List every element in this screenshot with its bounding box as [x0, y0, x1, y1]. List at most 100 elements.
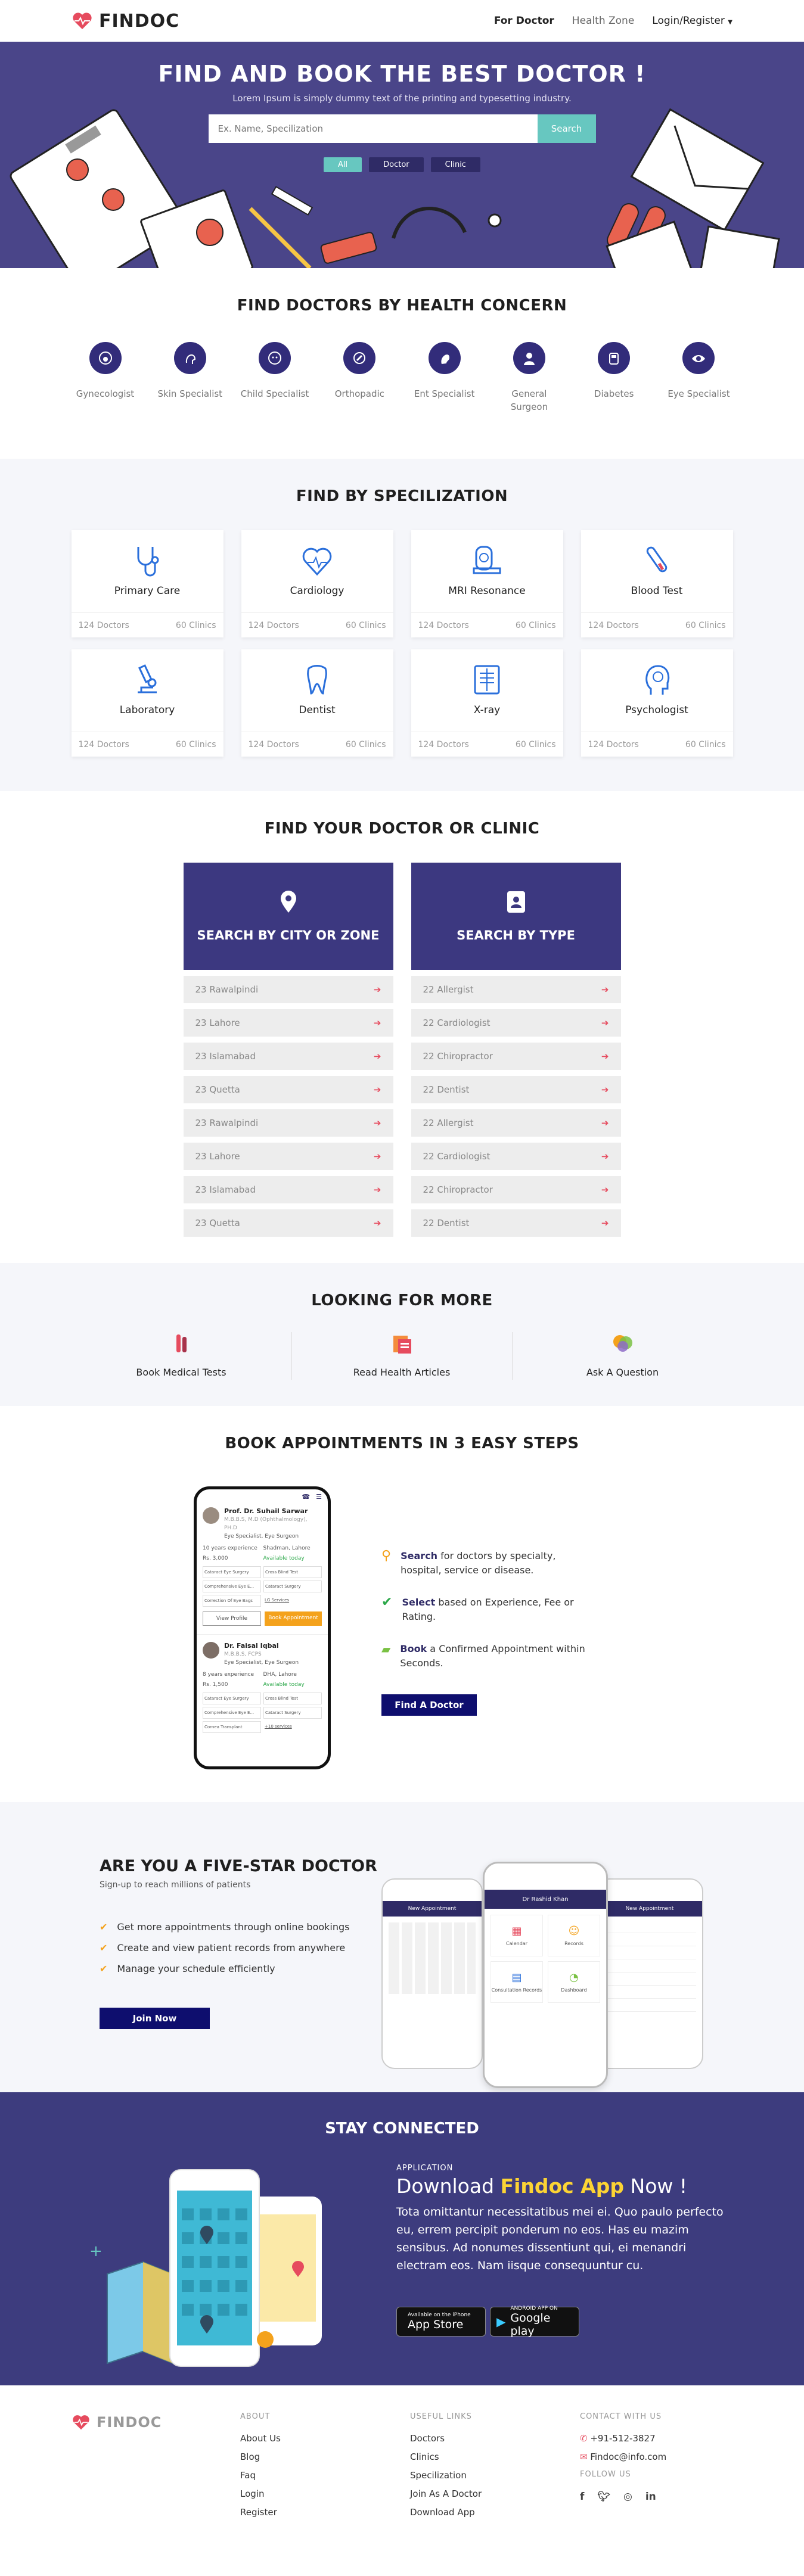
- tile-dashboard[interactable]: ◔ Dashboard: [548, 1961, 600, 2003]
- search-button[interactable]: Search: [537, 114, 596, 143]
- app-label: APPLICATION: [396, 2164, 454, 2173]
- nav-for-doctor[interactable]: For Doctor: [494, 15, 554, 27]
- city-item[interactable]: 23 Rawalpindi ➔: [183, 1109, 393, 1137]
- phone-left: New Appointment: [381, 1878, 483, 2069]
- city-item[interactable]: 23 Lahore ➔: [183, 1009, 393, 1037]
- step-rest: a Confirmed Appointment within Seconds.: [400, 1643, 585, 1669]
- arrow-right-icon: ➔: [601, 1118, 609, 1128]
- arrow-right-icon: ➔: [601, 1151, 609, 1162]
- concern-diabetes[interactable]: Diabetes: [577, 342, 651, 413]
- type-item[interactable]: 22 Chiropractor ➔: [411, 1043, 621, 1070]
- step-search: ⚲ Search for doctors by specialty, hospit…: [381, 1549, 596, 1578]
- concern-skin[interactable]: Skin Specialist: [153, 342, 227, 413]
- spec-card-xray[interactable]: X-ray 124 Doctors 60 Clinics: [411, 649, 563, 757]
- concern-surgeon[interactable]: General Surgeon: [492, 342, 566, 413]
- footer-link[interactable]: Register: [240, 2507, 281, 2518]
- footer-link[interactable]: Clinics: [410, 2451, 482, 2462]
- footer-link[interactable]: About Us: [240, 2433, 281, 2444]
- more-ask-question[interactable]: Ask A Question: [513, 1332, 733, 1380]
- city-label: 23 Quetta: [195, 1084, 240, 1095]
- footer-email[interactable]: ✉ Findoc@info.com: [580, 2451, 666, 2462]
- footer-useful-links: USEFUL LINKS Doctors Clinics Specilizati…: [410, 2412, 482, 2525]
- twitter-icon[interactable]: 🐦︎: [597, 2491, 610, 2503]
- header: FINDOC For Doctor Health Zone Login/Regi…: [0, 0, 804, 42]
- type-item[interactable]: 22 Cardiologist ➔: [411, 1143, 621, 1170]
- footer-link[interactable]: Faq: [240, 2470, 281, 2481]
- spec-card-mri[interactable]: MRI Resonance 124 Doctors 60 Clinics: [411, 530, 563, 637]
- spec-card-laboratory[interactable]: Laboratory 124 Doctors 60 Clinics: [71, 649, 223, 757]
- city-item[interactable]: 23 Islamabad ➔: [183, 1176, 393, 1203]
- concern-child[interactable]: Child Specialist: [238, 342, 312, 413]
- spec-card-primary-care[interactable]: Primary Care 124 Doctors 60 Clinics: [71, 530, 223, 637]
- footer-phone[interactable]: ✆ +91-512-3827: [580, 2433, 666, 2444]
- ear-icon: [428, 342, 461, 374]
- join-now-button[interactable]: Join Now: [100, 2008, 210, 2029]
- hero-title: FIND AND BOOK THE BEST DOCTOR !: [158, 61, 646, 87]
- instagram-icon[interactable]: ◎: [623, 2491, 632, 2503]
- city-header[interactable]: SEARCH BY CITY OR ZONE: [183, 863, 393, 970]
- spec-card-blood-test[interactable]: Blood Test 124 Doctors 60 Clinics: [581, 530, 733, 637]
- filter-all[interactable]: All: [324, 157, 362, 172]
- stay-connected-section: STAY CONNECTED + APPLICATION Download Fi…: [0, 2092, 804, 2385]
- footer-link[interactable]: Blog: [240, 2451, 281, 2462]
- tile-consultation[interactable]: ▤ Consultation Records: [491, 1961, 543, 2003]
- concern-ent[interactable]: Ent Specialist: [408, 342, 482, 413]
- google-play-badge[interactable]: ▶ ANDROID APP ON Google play: [490, 2306, 579, 2338]
- find-doctor-button[interactable]: Find A Doctor: [381, 1694, 477, 1716]
- five-star-section: ARE YOU A FIVE-STAR DOCTOR Sign-up to re…: [0, 1802, 804, 2092]
- filter-doctor[interactable]: Doctor: [369, 157, 424, 172]
- type-item[interactable]: 22 Dentist ➔: [411, 1076, 621, 1103]
- view-profile-button[interactable]: View Profile: [203, 1611, 261, 1626]
- type-header[interactable]: SEARCH BY TYPE: [411, 863, 621, 970]
- city-item[interactable]: 23 Islamabad ➔: [183, 1043, 393, 1070]
- spec-card-cardiology[interactable]: Cardiology 124 Doctors 60 Clinics: [241, 530, 393, 637]
- footer-link[interactable]: Doctors: [410, 2433, 482, 2444]
- city-item[interactable]: 23 Quetta ➔: [183, 1076, 393, 1103]
- mri-scanner-icon: [411, 530, 563, 578]
- city-item[interactable]: 23 Lahore ➔: [183, 1143, 393, 1170]
- more-medical-tests[interactable]: Book Medical Tests: [72, 1332, 292, 1380]
- type-item[interactable]: 22 Allergist ➔: [411, 1109, 621, 1137]
- concern-eye[interactable]: Eye Specialist: [662, 342, 735, 413]
- facebook-icon[interactable]: f: [580, 2491, 584, 2503]
- spec-card-dentist[interactable]: Dentist 124 Doctors 60 Clinics: [241, 649, 393, 757]
- city-item[interactable]: 23 Quetta ➔: [183, 1209, 393, 1237]
- footer-link[interactable]: Login: [240, 2488, 281, 2499]
- footer-link[interactable]: Specilization: [410, 2470, 482, 2481]
- filter-clinic[interactable]: Clinic: [430, 157, 480, 172]
- google-big: Google play: [510, 2311, 551, 2338]
- app-store-badge[interactable]: Available on the iPhone App Store: [396, 2307, 486, 2337]
- city-item[interactable]: 23 Rawalpindi ➔: [183, 976, 393, 1003]
- spec-card-psychologist[interactable]: Psychologist 124 Doctors 60 Clinics: [581, 649, 733, 757]
- footer-link[interactable]: Join As A Doctor: [410, 2488, 482, 2499]
- tile-calendar[interactable]: ▦ Calendar: [491, 1915, 543, 1956]
- tile-records[interactable]: ☺ Records: [548, 1915, 600, 1956]
- type-item[interactable]: 22 Chiropractor ➔: [411, 1176, 621, 1203]
- search-input[interactable]: [208, 114, 538, 143]
- nav-health-zone[interactable]: Health Zone: [572, 15, 635, 27]
- service-tag: Cataract Eye Surgery: [203, 1693, 261, 1704]
- type-item[interactable]: 22 Cardiologist ➔: [411, 1009, 621, 1037]
- book-appointment-button[interactable]: Book Appointment: [265, 1611, 322, 1626]
- avatar: [203, 1507, 219, 1524]
- nav-login-register[interactable]: Login/Register ▼: [652, 15, 732, 27]
- tooth-icon: [241, 649, 393, 697]
- more-label: Ask A Question: [586, 1367, 659, 1378]
- more-health-articles[interactable]: Read Health Articles: [292, 1332, 513, 1380]
- service-tag: Cataract Surgery: [263, 1707, 322, 1719]
- location-text: Shadman, Lahore: [263, 1545, 311, 1551]
- concern-gynecologist[interactable]: Gynecologist: [69, 342, 142, 413]
- location-text: DHA, Lahore: [263, 1672, 297, 1678]
- step-bold: Search: [401, 1550, 438, 1561]
- linkedin-icon[interactable]: in: [645, 2491, 656, 2503]
- concern-list: Gynecologist Skin Specialist Child Speci…: [69, 342, 736, 413]
- find-doctor-title: FIND YOUR DOCTOR OR CLINIC: [264, 820, 540, 838]
- type-item[interactable]: 22 Allergist ➔: [411, 976, 621, 1003]
- logo[interactable]: FINDOC: [72, 11, 179, 32]
- glucose-meter-icon: [598, 342, 631, 374]
- footer-logo[interactable]: FINDOC: [72, 2414, 162, 2431]
- main-nav: For Doctor Health Zone Login/Register ▼: [494, 15, 732, 27]
- concern-orthopadic[interactable]: Orthopadic: [322, 342, 396, 413]
- type-item[interactable]: 22 Dentist ➔: [411, 1209, 621, 1237]
- footer-link[interactable]: Download App: [410, 2507, 482, 2518]
